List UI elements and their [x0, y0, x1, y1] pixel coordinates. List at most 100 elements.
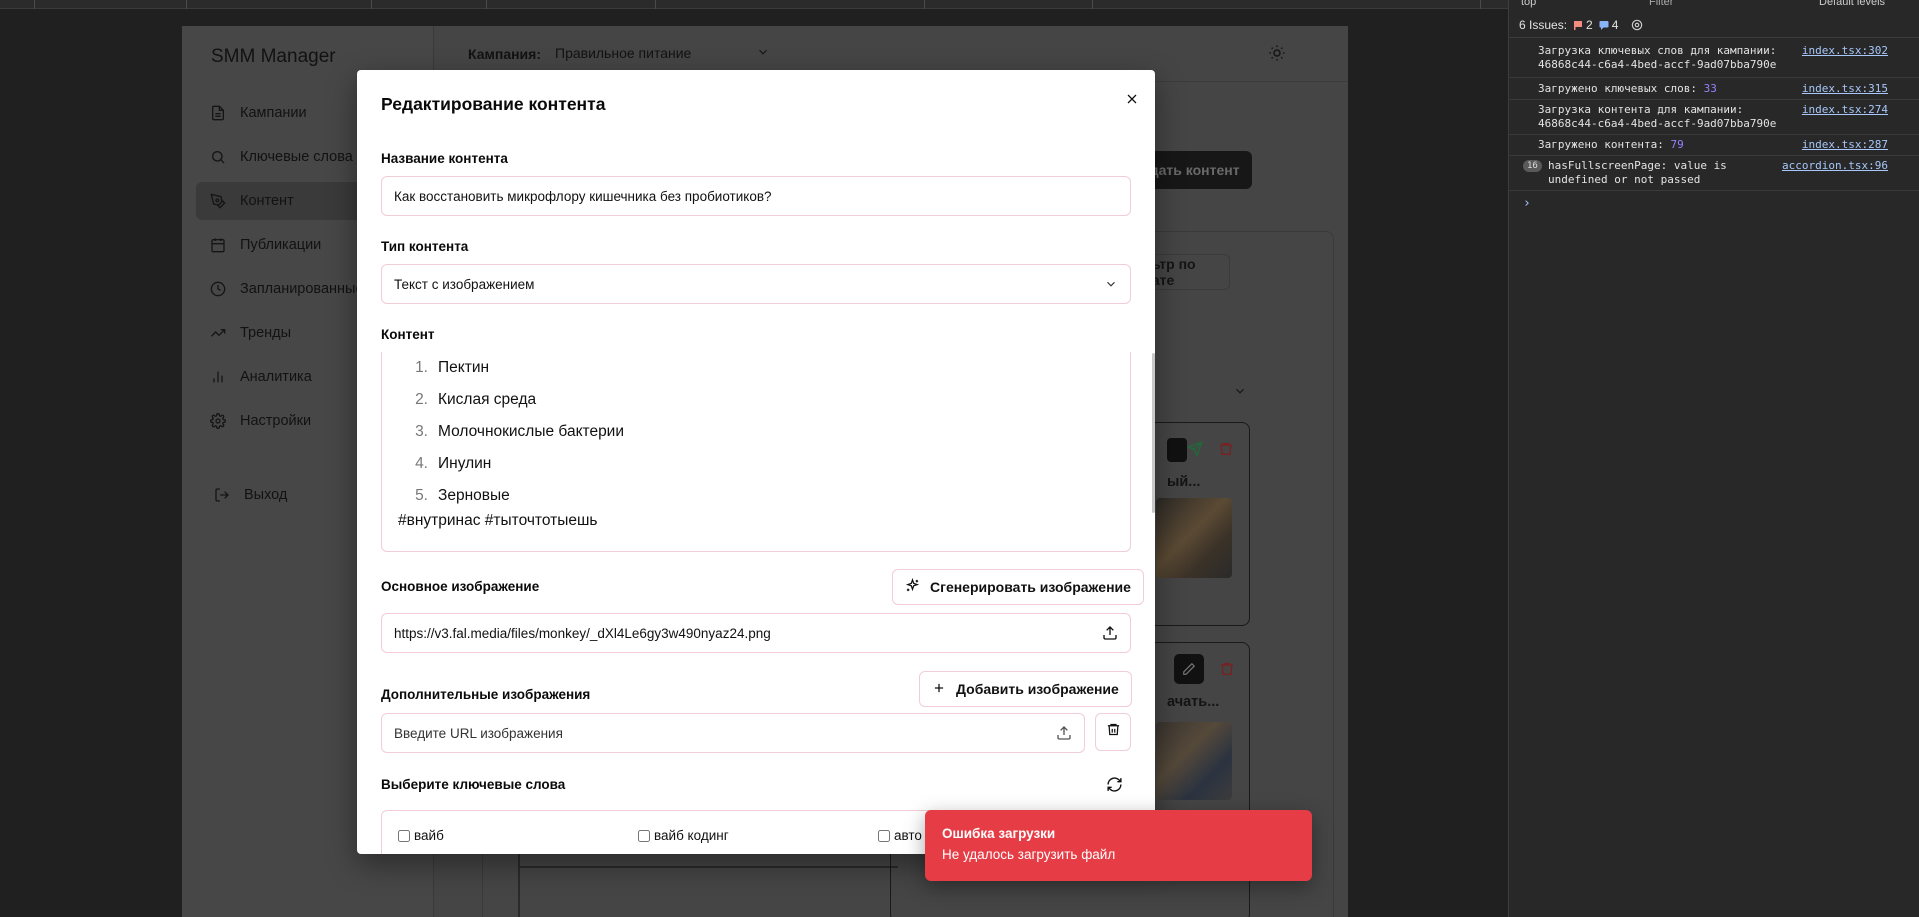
content-name-label: Название контента — [381, 151, 508, 166]
content-editor[interactable]: 1. Пектин 2. Кислая среда 3. Молочнокислые … — [381, 352, 1131, 552]
trash-icon[interactable] — [1218, 441, 1234, 462]
content-card-title: ачать... — [1167, 694, 1220, 710]
toast-title: Ошибка загрузки — [942, 826, 1056, 841]
close-icon — [1127, 94, 1137, 104]
bar-chart-icon — [210, 369, 226, 385]
toast-message: Не удалось загрузить файл — [942, 847, 1116, 862]
additional-image-placeholder: Введите URL изображения — [394, 725, 563, 741]
add-image-button[interactable]: Добавить изображение — [919, 671, 1132, 707]
main-image-label: Основное изображение — [381, 579, 540, 594]
keyword-label: авто — [894, 828, 922, 843]
date-filter-label: льтр по дате — [1143, 256, 1196, 288]
issues-label: 6 Issues: — [1519, 17, 1568, 32]
console-log-row: Загрузка ключевых слов для кампании: 468… — [1509, 42, 1919, 78]
edit-button[interactable] — [1174, 654, 1204, 684]
content-name-value: Как восстановить микрофлору кишечника бе… — [394, 188, 772, 204]
info-message-icon — [1599, 20, 1609, 30]
list-number: 5. — [415, 487, 428, 504]
keyword-checkbox[interactable]: вайб — [398, 828, 444, 843]
console-message: Загружено ключевых слов: 33 — [1538, 82, 1717, 96]
console-source-link[interactable]: accordion.tsx:96 — [1782, 159, 1888, 173]
checkbox[interactable] — [638, 829, 650, 842]
list-item: 1. Пектин — [398, 352, 624, 384]
content-list: 1. Пектин 2. Кислая среда 3. Молочнокислые … — [398, 352, 624, 512]
ruler-tick — [34, 0, 35, 9]
issues-bar[interactable]: 6 Issues: 2 4 — [1509, 12, 1919, 38]
clock-icon — [210, 281, 226, 297]
console-message-text: Загружено контента: — [1538, 138, 1671, 151]
console-log-row: Загрузка контента для кампании: 46868c44… — [1509, 101, 1919, 135]
issues-info-value: 4 — [1611, 17, 1619, 32]
console-source-link[interactable]: index.tsx:274 — [1802, 103, 1888, 117]
checkbox[interactable] — [878, 829, 890, 842]
edit-button[interactable] — [1167, 438, 1187, 462]
repeat-count-badge: 16 — [1523, 160, 1542, 172]
trash-icon — [1106, 722, 1121, 742]
gear-icon[interactable] — [1630, 18, 1644, 32]
trend-icon — [210, 325, 226, 341]
list-item: 3. Молочнокислые бактерии — [398, 416, 624, 448]
list-number: 3. — [415, 423, 428, 440]
calendar-icon — [210, 237, 226, 253]
hashtags-text: #внутринас #тыточтотыешь — [398, 512, 598, 529]
content-card-title: ый... — [1167, 474, 1201, 490]
console-source-link[interactable]: index.tsx:302 — [1802, 44, 1888, 58]
issues-info-count[interactable]: 4 — [1599, 17, 1619, 32]
issues-error-count[interactable]: 2 — [1573, 18, 1593, 32]
file-icon — [210, 105, 226, 121]
devtools-panel: top Filter Default levels 6 Issues: 2 4 … — [1508, 0, 1919, 917]
console-filter-input[interactable]: Filter — [1649, 0, 1673, 8]
keyword-label: вайб — [414, 828, 444, 843]
trash-icon[interactable] — [1219, 661, 1235, 682]
console-source-link[interactable]: index.tsx:287 — [1802, 138, 1888, 152]
main-image-url-value: https://v3.fal.media/files/monkey/_dXl4L… — [394, 625, 771, 641]
list-number: 4. — [415, 455, 428, 472]
console-message: Загрузка контента для кампании: 46868c44… — [1538, 103, 1777, 130]
ruler-tick — [1480, 0, 1481, 9]
console-message: hasFullscreenPage: value is undefined or… — [1548, 159, 1727, 186]
sidebar-item-label: Публикации — [240, 237, 322, 253]
pen-icon — [210, 193, 226, 209]
generate-image-button[interactable]: Сгенерировать изображение — [892, 569, 1144, 605]
campaign-select-value: Правильное питание — [555, 45, 692, 61]
add-image-label: Добавить изображение — [956, 681, 1119, 697]
sidebar-item-label: Ключевые слова — [240, 149, 353, 165]
console-log-row: Загружено контента: 79 index.tsx:287 — [1509, 136, 1919, 156]
main-image-url-input[interactable]: https://v3.fal.media/files/monkey/_dXl4L… — [381, 613, 1131, 653]
ruler-tick — [186, 0, 187, 9]
theme-toggle-icon[interactable] — [1268, 44, 1286, 67]
context-selector[interactable]: top — [1521, 0, 1536, 8]
devtools-toolbar: top Filter Default levels — [1509, 0, 1919, 10]
scrollbar[interactable] — [1152, 353, 1155, 513]
content-label: Контент — [381, 327, 435, 342]
edit-content-modal: Редактирование контента Название контент… — [357, 70, 1155, 854]
date-filter-button[interactable]: льтр по дате — [1142, 254, 1230, 290]
checkbox[interactable] — [398, 829, 410, 842]
log-levels-select[interactable]: Default levels — [1819, 0, 1885, 8]
close-button[interactable] — [1123, 90, 1141, 108]
sidebar-item-label: Контент — [240, 193, 294, 209]
console-message-number: 33 — [1703, 82, 1717, 95]
content-type-select[interactable]: Текст с изображением — [381, 264, 1131, 304]
content-card-image — [1156, 498, 1232, 578]
search-icon — [210, 149, 226, 165]
error-toast[interactable]: Ошибка загрузки Не удалось загрузить фай… — [925, 810, 1312, 881]
delete-image-button[interactable] — [1095, 713, 1131, 751]
upload-icon[interactable] — [1056, 725, 1072, 741]
list-number: 2. — [415, 391, 428, 408]
content-name-input[interactable]: Как восстановить микрофлору кишечника бе… — [381, 176, 1131, 216]
send-icon[interactable] — [1186, 441, 1203, 462]
keyword-checkbox[interactable]: авто — [878, 828, 922, 843]
ruler-tick — [371, 0, 372, 9]
refresh-icon[interactable] — [1106, 776, 1123, 798]
console-source-link[interactable]: index.tsx:315 — [1802, 82, 1888, 96]
ruler-tick — [655, 0, 656, 9]
additional-image-url-input[interactable]: Введите URL изображения — [381, 713, 1085, 753]
console-prompt[interactable]: › — [1523, 196, 1531, 211]
console-message: Загрузка ключевых слов для кампании: 468… — [1538, 44, 1777, 71]
keyword-checkbox[interactable]: вайб кодинг — [638, 828, 729, 843]
upload-icon[interactable] — [1102, 625, 1118, 641]
campaign-select[interactable]: Правильное питание — [541, 36, 784, 70]
list-number: 1. — [415, 359, 428, 376]
chevron-down-icon[interactable] — [1233, 384, 1247, 403]
